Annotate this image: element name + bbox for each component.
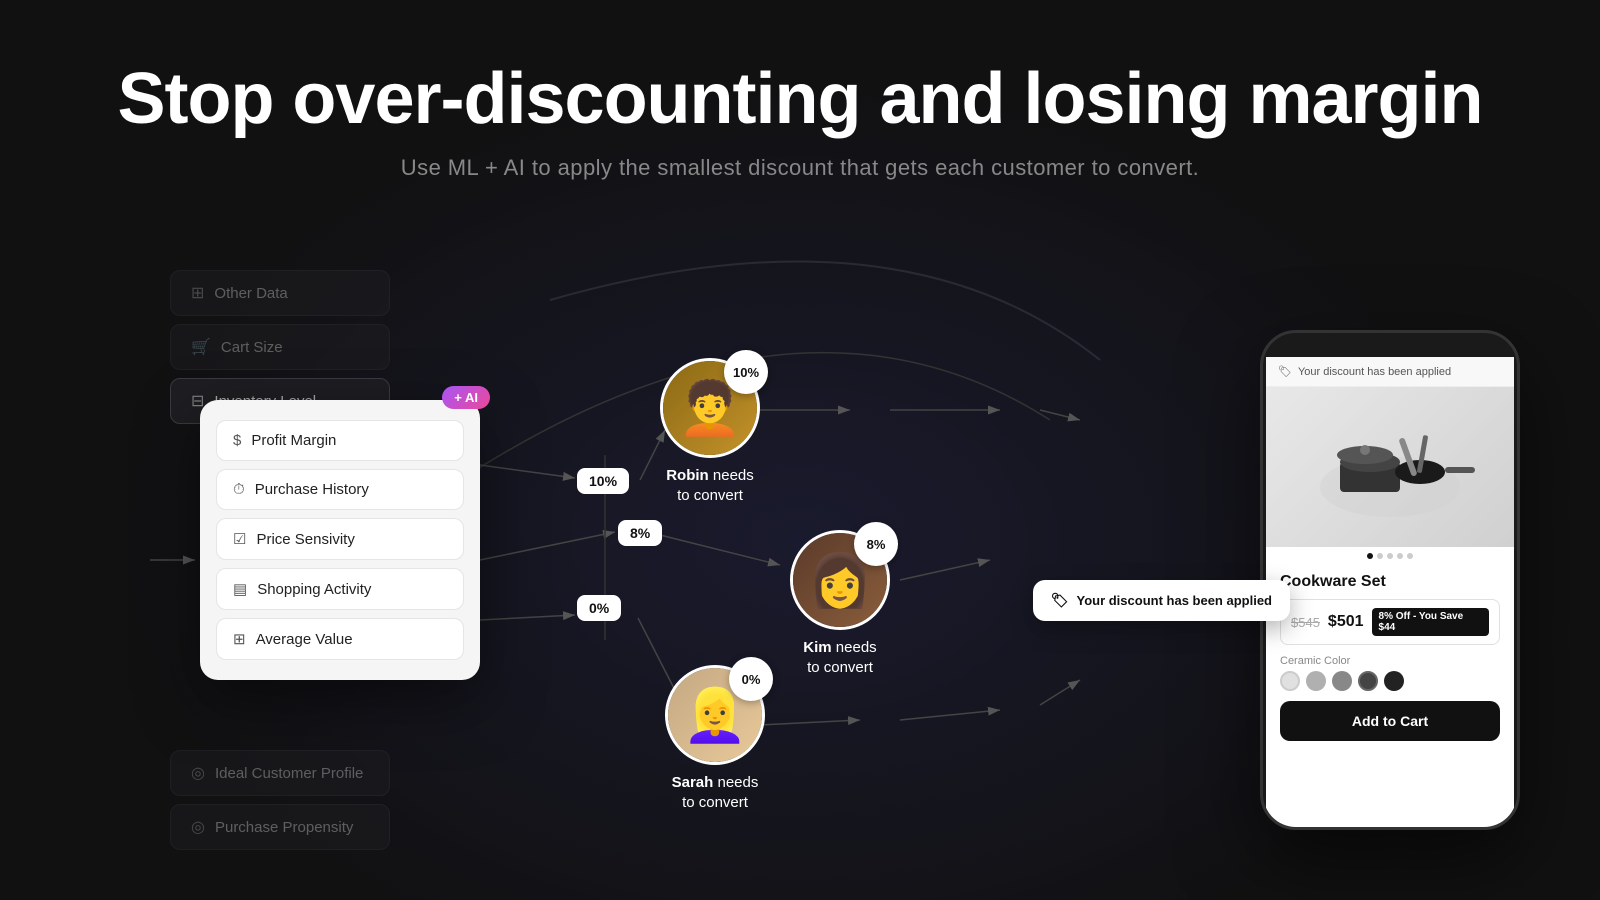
phone-notch [1350, 333, 1430, 357]
dot-2 [1377, 553, 1383, 559]
discount-8-label: 8% [630, 525, 650, 541]
robin-discount-badge: 10% [724, 350, 768, 394]
discount-node-10: 10% [577, 468, 629, 494]
card-profit-margin[interactable]: $ Profit Margin [216, 420, 464, 461]
dollar-icon: $ [233, 432, 241, 449]
card-shopping-activity[interactable]: ▤ Shopping Activity [216, 568, 464, 610]
signal-ideal-customer: ◎ Ideal Customer Profile [170, 750, 390, 796]
customer-robin: 🧑‍🦱 10% Robin needsto convert [660, 358, 760, 505]
swatch-3[interactable] [1332, 671, 1352, 691]
card-price-sensivity[interactable]: ☑ Price Sensivity [216, 518, 464, 560]
tag-icon-card: 🏷 [1051, 592, 1069, 609]
price-new: $501 [1328, 613, 1364, 631]
header-section: Stop over-discounting and losing margin … [0, 60, 1600, 181]
phone-product-content: Cookware Set $545 $501 8% Off - You Save… [1266, 565, 1514, 749]
signal-purchase-propensity: ◎ Purchase Propensity [170, 804, 390, 850]
color-label: Ceramic Color [1280, 655, 1500, 667]
discount-applied-text: Your discount has been applied [1076, 593, 1272, 608]
subtitle: Use ML + AI to apply the smallest discou… [0, 155, 1600, 181]
sarah-label: Sarah needsto convert [665, 773, 765, 812]
dot-4 [1397, 553, 1403, 559]
signal-cart-size: 🛒 Cart Size [170, 324, 390, 370]
price-row: $545 $501 8% Off - You Save $44 [1280, 599, 1500, 645]
dot-5 [1407, 553, 1413, 559]
sarah-discount-badge: 0% [729, 657, 773, 701]
main-title: Stop over-discounting and losing margin [0, 60, 1600, 139]
price-icon: ☑ [233, 530, 246, 548]
ideal-customer-icon: ◎ [191, 763, 205, 783]
customer-kim: 👩 8% Kim needsto convert [790, 530, 890, 677]
card-average-value[interactable]: ⊞ Average Value [216, 618, 464, 660]
phone-mockup: 🏷 Your discount has been applied [1260, 330, 1520, 830]
product-name: Cookware Set [1280, 573, 1500, 591]
banner-text: Your discount has been applied [1298, 366, 1451, 378]
signal-other-data-label: Other Data [214, 285, 287, 302]
shopping-icon: ▤ [233, 580, 247, 598]
kim-discount-badge: 8% [854, 522, 898, 566]
dot-1 [1367, 553, 1373, 559]
card-price-sensivity-label: Price Sensivity [256, 531, 354, 548]
product-image [1266, 387, 1514, 547]
card-purchase-history-label: Purchase History [255, 481, 369, 498]
discount-node-8: 8% [618, 520, 662, 546]
color-section: Ceramic Color [1280, 655, 1500, 691]
color-swatches [1280, 671, 1500, 691]
add-to-cart-button[interactable]: Add to Cart [1280, 701, 1500, 741]
card-profit-margin-label: Profit Margin [251, 432, 336, 449]
card-shopping-activity-label: Shopping Activity [257, 581, 371, 598]
swatch-2[interactable] [1306, 671, 1326, 691]
signal-ideal-customer-label: Ideal Customer Profile [215, 765, 363, 782]
robin-label: Robin needsto convert [660, 466, 760, 505]
average-icon: ⊞ [233, 630, 246, 648]
phone-image-dots [1266, 547, 1514, 565]
swatch-4[interactable] [1358, 671, 1378, 691]
discount-applied-card: 🏷 Your discount has been applied [1033, 580, 1290, 621]
card-purchase-history[interactable]: ⏱ Purchase History [216, 469, 464, 510]
customer-sarah: 👱‍♀️ 0% Sarah needsto convert [665, 665, 765, 812]
other-data-icon: ⊞ [191, 283, 204, 303]
tag-icon: 🏷 [1278, 365, 1292, 378]
ai-badge: + AI [442, 386, 490, 409]
price-old: $545 [1291, 615, 1320, 630]
card-average-value-label: Average Value [256, 631, 353, 648]
phone-screen: 🏷 Your discount has been applied [1266, 357, 1514, 830]
signal-other-data: ⊞ Other Data [170, 270, 390, 316]
propensity-icon: ◎ [191, 817, 205, 837]
history-icon: ⏱ [233, 481, 245, 498]
ai-card: + AI $ Profit Margin ⏱ Purchase History … [200, 400, 480, 680]
discount-10-label: 10% [589, 473, 617, 489]
cart-size-icon: 🛒 [191, 337, 211, 357]
signal-purchase-propensity-label: Purchase Propensity [215, 819, 353, 836]
dot-3 [1387, 553, 1393, 559]
discount-0-label: 0% [589, 600, 609, 616]
discount-tag: 8% Off - You Save $44 [1372, 608, 1489, 636]
kim-label: Kim needsto convert [790, 638, 890, 677]
swatch-1[interactable] [1280, 671, 1300, 691]
bottom-signals-panel: ◎ Ideal Customer Profile ◎ Purchase Prop… [170, 750, 390, 858]
discount-node-0: 0% [577, 595, 621, 621]
swatch-5[interactable] [1384, 671, 1404, 691]
signal-cart-size-label: Cart Size [221, 339, 283, 356]
phone-discount-banner: 🏷 Your discount has been applied [1266, 357, 1514, 387]
